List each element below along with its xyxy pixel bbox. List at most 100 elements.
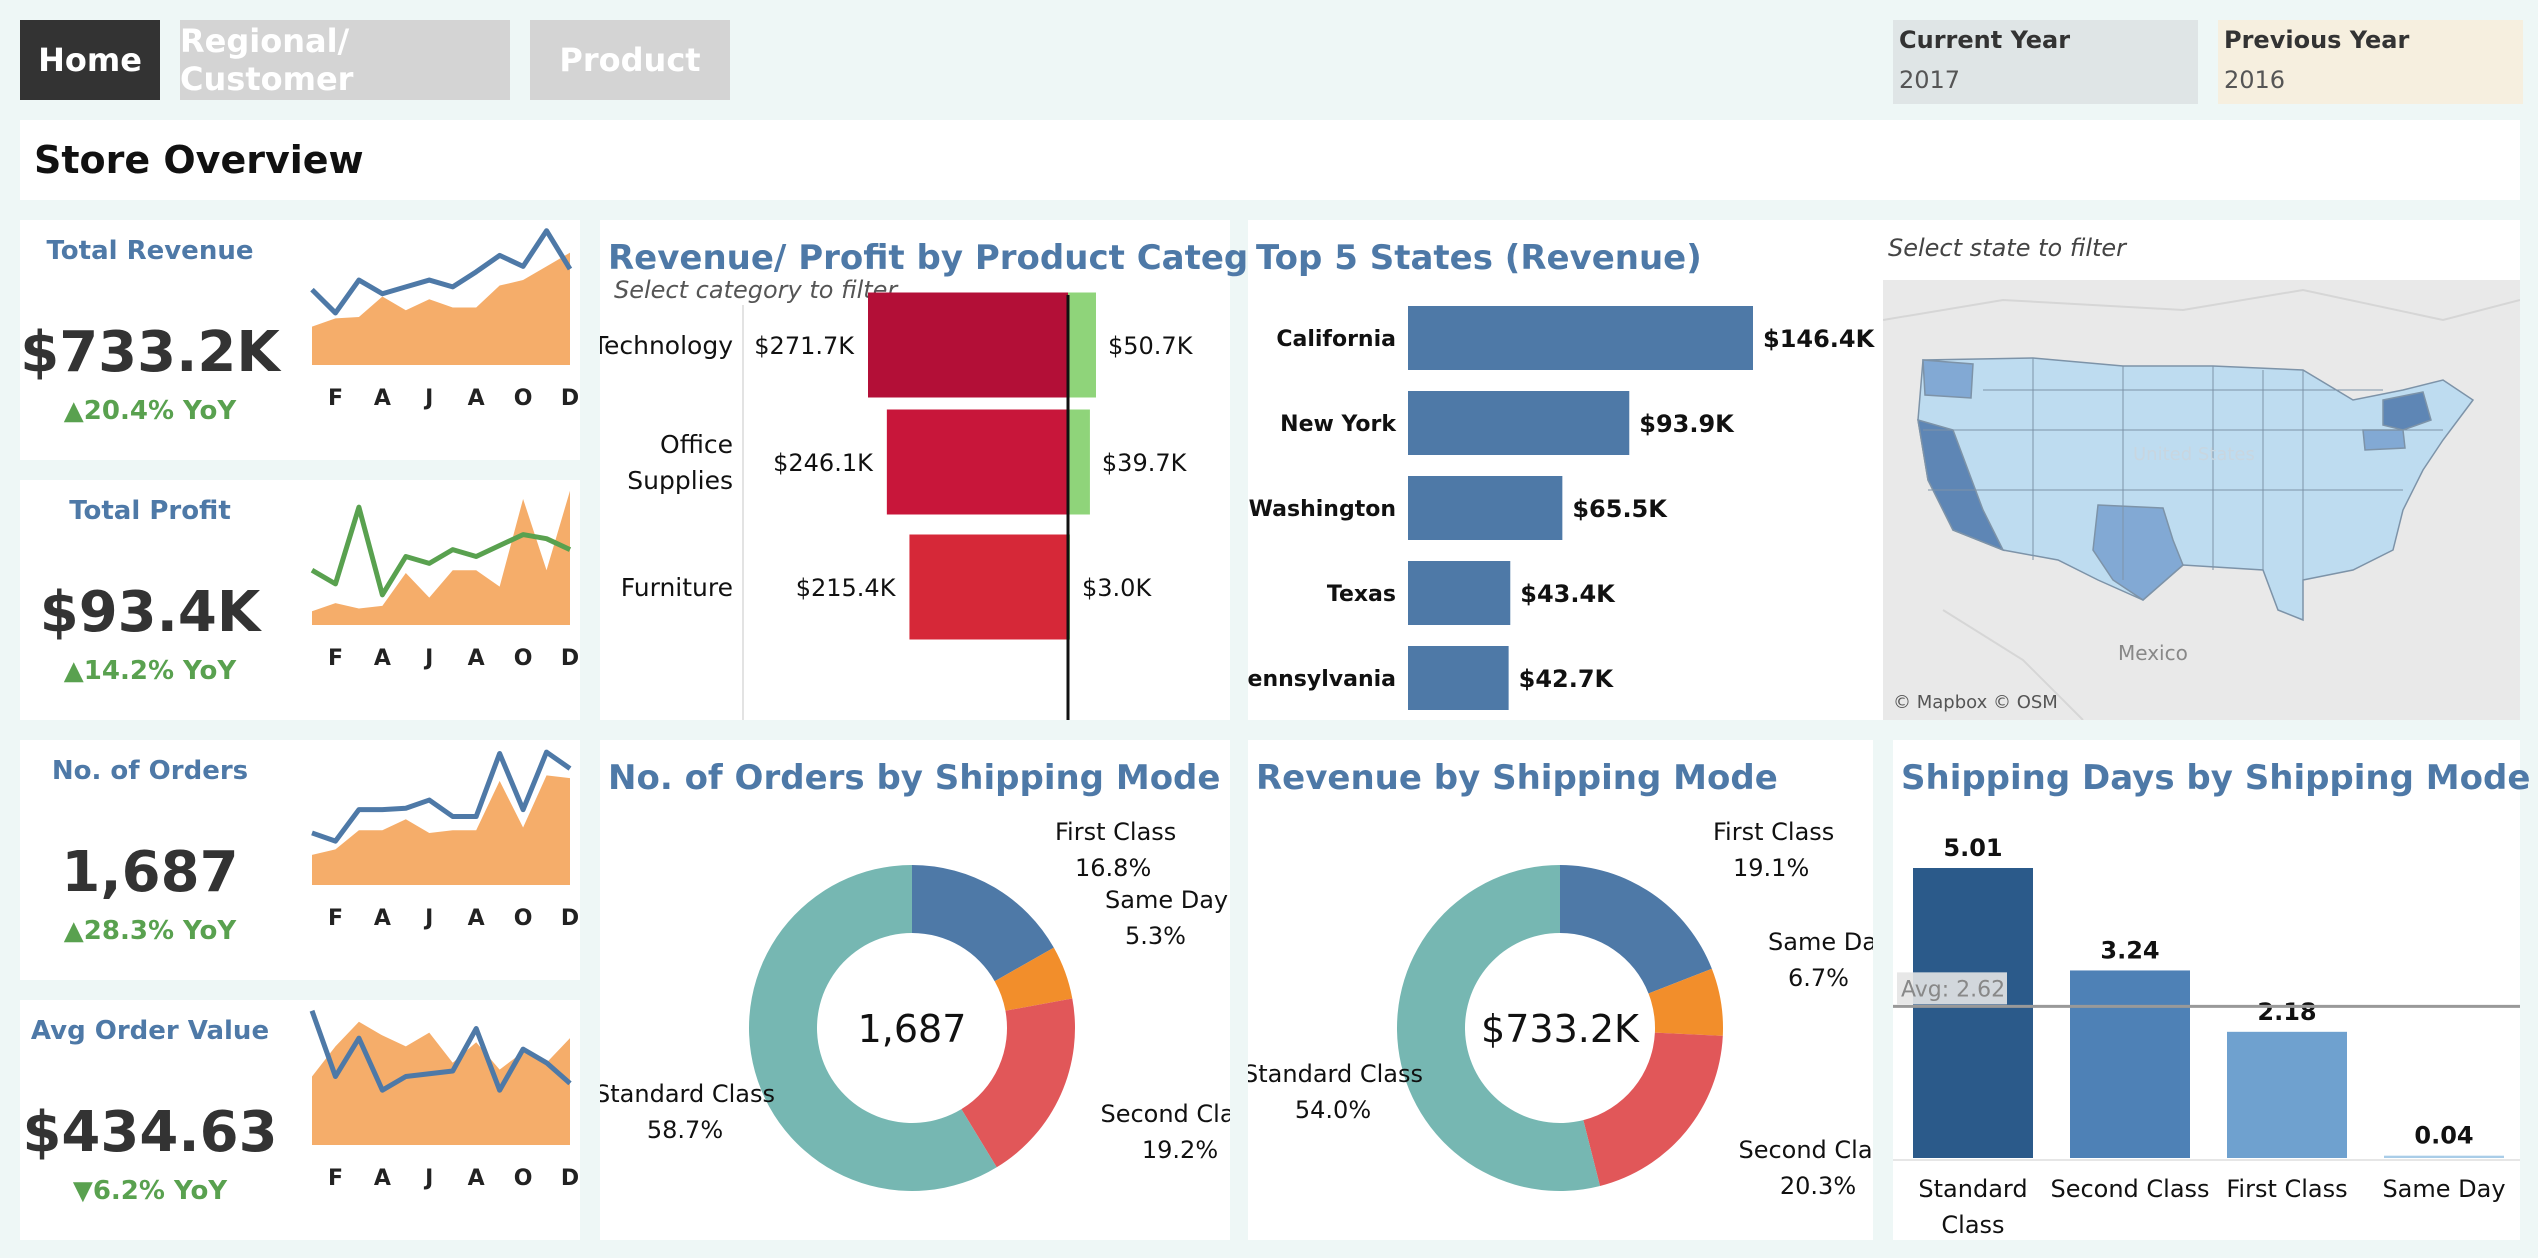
category-panel[interactable]: Revenue/ Profit by Product Category Sele… (600, 220, 1311, 720)
kpi-title: Total Revenue (46, 236, 254, 266)
sparkline-month-label: D (561, 386, 579, 411)
revenue-bar[interactable] (886, 409, 1068, 515)
donut-category-label: First Class (1055, 818, 1176, 846)
category-bar-chart[interactable]: $271.7K $50.7K Technology $246.1K $39.7K Offi… (600, 220, 1230, 720)
state-label[interactable]: California (1276, 327, 1396, 352)
kpi-title: Avg Order Value (30, 1016, 270, 1046)
states-panel[interactable]: Top 5 States (Revenue) California $146.4K… (1248, 220, 1878, 720)
donut-center-value: $733.2K (1481, 1007, 1640, 1051)
state-label[interactable]: Texas (1327, 582, 1396, 607)
kpi-value: 1,687 (61, 840, 239, 905)
shipping-mode-label[interactable]: Second Class (2050, 1175, 2209, 1203)
profit-value-label: $3.0K (1082, 574, 1152, 602)
us-map[interactable]: United States Mexico © Mapbox © OSM (1883, 280, 2520, 720)
donut-category-label: Standard Class (1248, 1060, 1423, 1088)
states-bar-chart[interactable]: California $146.4K New York $93.9K Washingto… (1248, 220, 1878, 720)
sparkline-month-label: F (328, 1166, 343, 1191)
sparkline-month-label: D (561, 646, 579, 671)
donut-category-label: Second Class (1100, 1100, 1230, 1128)
donut-percent-label: 19.2% (1142, 1136, 1218, 1164)
kpi-panel-orders[interactable]: No. of Orders 1,687 ▲28.3% YoY F A J A O D (20, 740, 580, 980)
state-label[interactable]: New York (1280, 412, 1397, 437)
state-value-label: $93.9K (1639, 410, 1735, 438)
sparkline-month-label: J (423, 1166, 433, 1191)
donut-percent-label: 5.3% (1125, 922, 1186, 950)
category-label[interactable]: Office (660, 430, 733, 459)
kpi-panel-revenue[interactable]: Total Revenue $733.2K ▲20.4% YoY F A J A O D (20, 220, 580, 460)
state-bar[interactable] (1408, 476, 1563, 540)
state-label[interactable]: Pennsylvania (1248, 667, 1396, 692)
shipping-mode-label[interactable]: First Class (2226, 1175, 2347, 1203)
shipping-days-panel[interactable]: Shipping Days by Shipping Mode 5.01 Stand… (1893, 740, 2530, 1240)
sparkline-month-label: O (514, 646, 533, 671)
donut-slice[interactable] (1583, 1032, 1723, 1187)
profit-bar[interactable] (1068, 409, 1090, 515)
sparkline-area (312, 252, 570, 365)
current-year-label: Current Year (1899, 26, 2071, 54)
revenue-bar[interactable] (868, 292, 1068, 398)
state-bar[interactable] (1408, 646, 1509, 710)
category-label[interactable]: Supplies (627, 466, 733, 495)
map-panel[interactable]: Select state to filter United States Mex… (1878, 220, 2520, 720)
page-title: Store Overview (34, 138, 364, 182)
state-value-label: $42.7K (1519, 665, 1615, 693)
state-pennsylvania[interactable] (2362, 429, 2406, 451)
kpi-panel-avg-order[interactable]: Avg Order Value $434.63 ▼6.2% YoY F A J A O D (20, 1000, 580, 1240)
donut-category-label: Same Day (1105, 886, 1228, 914)
donut-percent-label: 58.7% (647, 1116, 723, 1144)
sparkline-month-label: O (514, 386, 533, 411)
state-bar[interactable] (1408, 391, 1630, 455)
previous-year-value: 2016 (2224, 66, 2286, 94)
category-label[interactable]: Furniture (621, 573, 733, 602)
revenue-donut-panel[interactable]: Revenue by Shipping Mode First Class 19.1… (1248, 740, 1873, 1240)
state-value-label: $65.5K (1572, 495, 1668, 523)
donut-center-value: 1,687 (858, 1007, 967, 1051)
profit-value-label: $39.7K (1102, 449, 1188, 477)
profit-bar[interactable] (1068, 292, 1096, 398)
donut-category-label: First Class (1713, 818, 1834, 846)
sparkline-month-label: F (328, 906, 343, 931)
shipping-days-bar[interactable] (2227, 1031, 2347, 1158)
current-year-box[interactable]: Current Year 2017 (1893, 20, 2198, 104)
shipping-days-bar-chart[interactable]: 5.01 Standard Class 3.24 Second Class 2.18 Fir… (1893, 740, 2520, 1240)
previous-year-box[interactable]: Previous Year 2016 (2218, 20, 2523, 104)
sparkline-avg-order: FAJAOD (309, 1009, 579, 1191)
shipping-mode-label[interactable]: Class (1941, 1211, 2004, 1239)
sparkline-profit: FAJAOD (310, 490, 579, 671)
donut-category-label: Second Class (1738, 1136, 1873, 1164)
donut-percent-label: 19.1% (1733, 854, 1809, 882)
shipping-days-value-label: 3.24 (2100, 936, 2159, 964)
tab-regional-customer[interactable]: Regional/ Customer (180, 20, 510, 100)
orders-donut-panel[interactable]: No. of Orders by Shipping Mode First Cla… (600, 740, 1230, 1240)
sparkline-month-label: A (374, 386, 391, 411)
category-label[interactable]: Technology (600, 331, 733, 360)
shipping-days-bar[interactable] (2384, 1155, 2504, 1158)
state-bar[interactable] (1408, 561, 1511, 625)
revenue-donut-chart[interactable]: First Class 19.1% Same Day 6.7% Second Class… (1248, 740, 1873, 1240)
shipping-mode-label[interactable]: Same Day (2382, 1175, 2505, 1203)
sparkline-month-label: A (374, 906, 391, 931)
shipping-mode-label[interactable]: Standard (1918, 1175, 2027, 1203)
orders-donut-chart[interactable]: First Class 16.8% Same Day 5.3% Second Class… (600, 740, 1230, 1240)
tab-home[interactable]: Home (20, 20, 160, 100)
state-label[interactable]: Washington (1249, 497, 1396, 522)
map-filter-hint: Select state to filter (1888, 234, 2127, 262)
revenue-bar[interactable] (909, 534, 1068, 640)
sparkline-orders: FAJAOD (311, 749, 579, 931)
map-label-us: United States (2133, 444, 2255, 465)
shipping-days-bar[interactable] (2070, 970, 2190, 1158)
sparkline-month-label: O (514, 906, 533, 931)
sparkline-month-label: J (423, 906, 433, 931)
state-bar[interactable] (1408, 306, 1753, 370)
kpi-panel-profit[interactable]: Total Profit $93.4K ▲14.2% YoY F A J A O D (20, 480, 580, 720)
state-washington[interactable] (1922, 359, 1974, 399)
revenue-value-label: $215.4K (796, 574, 897, 602)
shipping-days-bar[interactable] (1913, 868, 2033, 1158)
kpi-value: $733.2K (20, 320, 280, 385)
donut-slice[interactable] (1560, 865, 1712, 994)
state-value-label: $146.4K (1763, 325, 1876, 353)
tab-product[interactable]: Product (530, 20, 730, 100)
donut-percent-label: 16.8% (1075, 854, 1151, 882)
sparkline-month-label: J (423, 646, 433, 671)
shipping-days-value-label: 5.01 (1943, 834, 2002, 862)
